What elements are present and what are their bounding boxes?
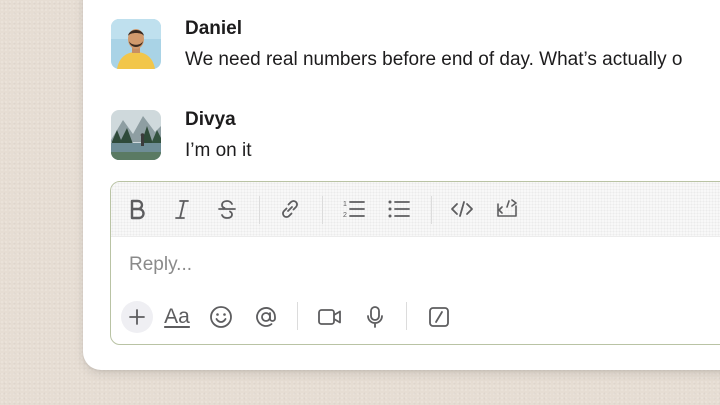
avatar[interactable]	[111, 19, 161, 69]
formatting-toolbar: 12	[111, 182, 720, 237]
avatar[interactable]	[111, 110, 161, 160]
toolbar-divider	[297, 302, 298, 330]
code-icon[interactable]	[447, 194, 477, 224]
message-composer: 12 Reply... Aa	[110, 181, 720, 345]
strikethrough-icon[interactable]	[212, 194, 242, 224]
italic-icon[interactable]	[167, 194, 197, 224]
message-text: We need real numbers before end of day. …	[185, 49, 683, 70]
toolbar-divider	[322, 196, 323, 224]
mention-icon[interactable]	[250, 301, 282, 333]
toolbar-divider	[406, 302, 407, 330]
emoji-icon[interactable]	[205, 301, 237, 333]
formatting-icon[interactable]: Aa	[161, 301, 193, 333]
bulleted-list-icon[interactable]	[384, 194, 414, 224]
link-icon[interactable]	[275, 194, 305, 224]
landscape-avatar-image	[111, 110, 161, 160]
person-avatar-image	[111, 19, 161, 69]
slash-command-icon[interactable]	[423, 301, 455, 333]
toolbar-divider	[431, 196, 432, 224]
reply-input[interactable]: Reply...	[129, 254, 192, 276]
svg-text:2: 2	[343, 212, 347, 219]
microphone-icon[interactable]	[359, 301, 391, 333]
plus-icon[interactable]	[121, 301, 153, 333]
message-author[interactable]: Daniel	[185, 18, 242, 40]
message-text: I’m on it	[185, 140, 252, 161]
bold-icon[interactable]	[122, 194, 152, 224]
toolbar-divider	[259, 196, 260, 224]
code-block-icon[interactable]	[492, 194, 522, 224]
ordered-list-icon[interactable]: 12	[339, 194, 369, 224]
video-icon[interactable]	[314, 301, 346, 333]
formatting-label: Aa	[164, 305, 190, 328]
svg-text:1: 1	[343, 201, 347, 208]
message-author[interactable]: Divya	[185, 109, 236, 131]
